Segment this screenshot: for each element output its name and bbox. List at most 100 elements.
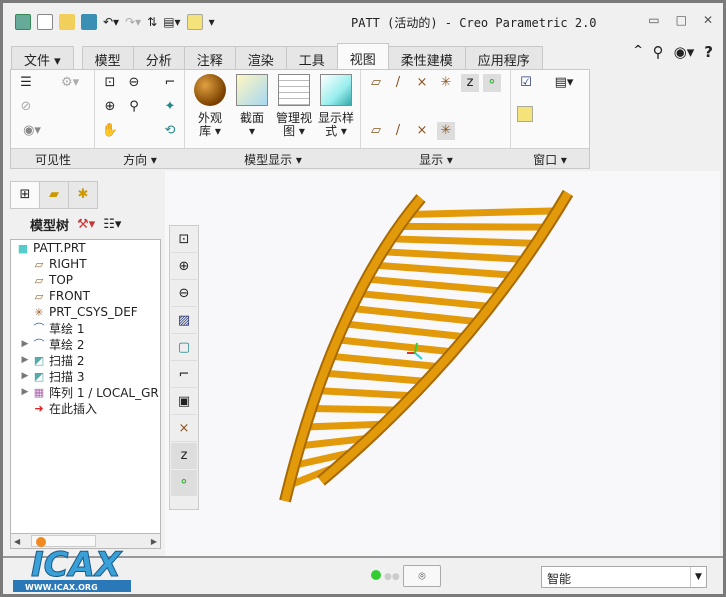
close-icon[interactable] (517, 106, 533, 122)
zoom-in-icon[interactable]: ⊕ (171, 254, 197, 280)
group-label-3[interactable]: 显示 ▾ (361, 151, 511, 168)
tab-6[interactable]: 视图 (336, 43, 389, 70)
ladder-rung[interactable] (320, 369, 430, 385)
windows-menu-icon[interactable]: ▤▾ (549, 74, 579, 92)
customize-icon[interactable]: ▾ (209, 15, 215, 29)
ladder-rung[interactable] (362, 275, 506, 295)
undo-icon[interactable]: ↶▾ (103, 15, 119, 29)
close-button[interactable]: ✕ (703, 13, 713, 27)
scroll-right-icon[interactable]: ▶ (151, 537, 157, 546)
point-tag-icon[interactable]: × (413, 122, 431, 140)
repaint-icon[interactable]: ▨ (171, 308, 197, 334)
tree-item[interactable]: ➜ 在此插入 (11, 400, 160, 416)
tree-item[interactable]: ▱ TOP (11, 272, 160, 288)
tree-item[interactable]: ▱ RIGHT (11, 256, 160, 272)
zoom-out-icon[interactable]: ⊖ (125, 74, 143, 92)
tree-item[interactable]: ✳ PRT_CSYS_DEF (11, 304, 160, 320)
tab-7[interactable]: 柔性建模 (387, 46, 466, 70)
expand-arrow-icon[interactable]: ▶ (19, 371, 31, 381)
tree-item[interactable]: ■ PATT.PRT (11, 240, 160, 256)
reorient-icon[interactable]: ✦ (161, 98, 179, 116)
saved-orientations-icon[interactable]: ⌐ (171, 362, 197, 388)
refit-icon[interactable]: ⊡ (101, 74, 119, 92)
tab-2[interactable]: 分析 (132, 46, 185, 70)
model-tree-tab[interactable]: ⊞ (10, 181, 40, 209)
csys-tag-icon[interactable]: ✳ (437, 122, 455, 140)
group-label-4[interactable]: 窗口 ▾ (511, 151, 589, 168)
view-manager-icon[interactable]: ▣ (171, 389, 197, 415)
activate-icon[interactable]: ☑ (517, 74, 535, 92)
tab-0[interactable]: 文件 ▾ (11, 46, 74, 70)
annotation-display-icon[interactable]: ⚬ (171, 470, 197, 496)
section-button[interactable]: 截面 ▾ (233, 74, 271, 138)
redo-icon[interactable]: ↷▾ (125, 15, 141, 29)
tree-item[interactable]: ▶ ◩ 扫描 3 (11, 368, 160, 384)
hide-icon[interactable]: ⊘ (17, 98, 35, 116)
collapse-ribbon-icon[interactable]: ^ (633, 43, 642, 61)
group-label-0[interactable]: 可见性 (11, 151, 95, 168)
layers-icon[interactable]: ☰ (17, 74, 35, 92)
tab-1[interactable]: 模型 (81, 46, 134, 70)
help-icon[interactable]: ? (704, 43, 713, 61)
ladder-model[interactable] (165, 171, 726, 561)
favorites-tab[interactable]: ✱ (68, 181, 98, 209)
minimize-button[interactable]: ▭ (648, 13, 659, 27)
ladder-rung[interactable] (370, 261, 518, 279)
expand-arrow-icon[interactable]: ▶ (19, 339, 31, 349)
group-label-2[interactable]: 模型显示 ▾ (185, 151, 361, 168)
ladder-rung[interactable] (355, 289, 494, 310)
chevron-down-icon[interactable]: ▼ (690, 567, 706, 587)
annotation-display-icon[interactable]: ⚬ (483, 74, 501, 92)
point-display-icon[interactable]: × (413, 74, 431, 92)
plane-display-icon[interactable]: ▱ (367, 74, 385, 92)
ladder-rung[interactable] (347, 304, 482, 326)
ladder-rung[interactable] (340, 320, 470, 341)
tree-item[interactable]: ⌒ 草绘 1 (11, 320, 160, 336)
appearance-sphere-button[interactable]: 外观 库 ▾ (191, 74, 229, 138)
expand-arrow-icon[interactable]: ▶ (19, 355, 31, 365)
zoom-out-icon[interactable]: ⊖ (171, 281, 197, 307)
ladder-rung[interactable] (378, 248, 529, 263)
community-icon[interactable]: ◉▾ (674, 43, 695, 61)
group-label-1[interactable]: 方向 ▾ (95, 151, 185, 168)
windows-icon[interactable]: ▤▾ (163, 15, 180, 29)
expand-arrow-icon[interactable]: ▶ (19, 387, 31, 397)
spin-center-icon[interactable]: z (171, 443, 197, 469)
tab-4[interactable]: 渲染 (234, 46, 287, 70)
spin-center-display-icon[interactable]: z (461, 74, 479, 92)
new-icon[interactable] (37, 14, 53, 30)
csys-display-icon[interactable]: ✳ (437, 74, 455, 92)
folder-browser-tab[interactable]: ▰ (39, 181, 69, 209)
ladder-rung[interactable] (301, 420, 388, 431)
pan-icon[interactable]: ✋ (101, 122, 119, 140)
zoom-in-icon[interactable]: ⊕ (101, 98, 119, 116)
plane-tag-icon[interactable]: ▱ (367, 122, 385, 140)
spin-center-icon[interactable]: ⟲ (161, 122, 179, 140)
tab-3[interactable]: 注释 (183, 46, 236, 70)
maximize-button[interactable]: □ (676, 13, 687, 27)
tree-item[interactable]: ▶ ▦ 阵列 1 / LOCAL_GR (11, 384, 160, 400)
ladder-rung[interactable] (387, 235, 540, 247)
search-icon[interactable]: ⚲ (653, 43, 664, 61)
tab-8[interactable]: 应用程序 (464, 46, 543, 70)
ladder-rung[interactable] (307, 405, 402, 414)
tree-item[interactable]: ▶ ⌒ 草绘 2 (11, 336, 160, 352)
show-menu-icon[interactable]: ☷▾ (103, 217, 121, 232)
find-button[interactable]: ⌾ (403, 565, 441, 587)
manage-views-button[interactable]: 管理视 图 ▾ (275, 74, 313, 138)
display-style-button[interactable]: 显示样 式 ▾ (317, 74, 355, 138)
regenerate-icon[interactable]: ⇅ (147, 15, 157, 29)
axis-tag-icon[interactable]: / (389, 122, 407, 140)
ladder-rung[interactable] (313, 387, 416, 400)
settings-icon[interactable]: ⚒▾ (77, 217, 95, 232)
refit-icon[interactable]: ⊡ (171, 227, 197, 253)
open-icon[interactable] (59, 14, 75, 30)
graphics-viewport[interactable] (165, 171, 720, 561)
ladder-rung[interactable] (404, 207, 561, 218)
close-window-icon[interactable] (186, 14, 203, 30)
datum-display-icon[interactable]: × (171, 416, 197, 442)
axis-display-icon[interactable]: / (389, 74, 407, 92)
status-icon[interactable]: ⚙▾ (61, 74, 79, 92)
tree-item[interactable]: ▶ ◩ 扫描 2 (11, 352, 160, 368)
saved-orientations-icon[interactable]: ⌐ (161, 74, 179, 92)
